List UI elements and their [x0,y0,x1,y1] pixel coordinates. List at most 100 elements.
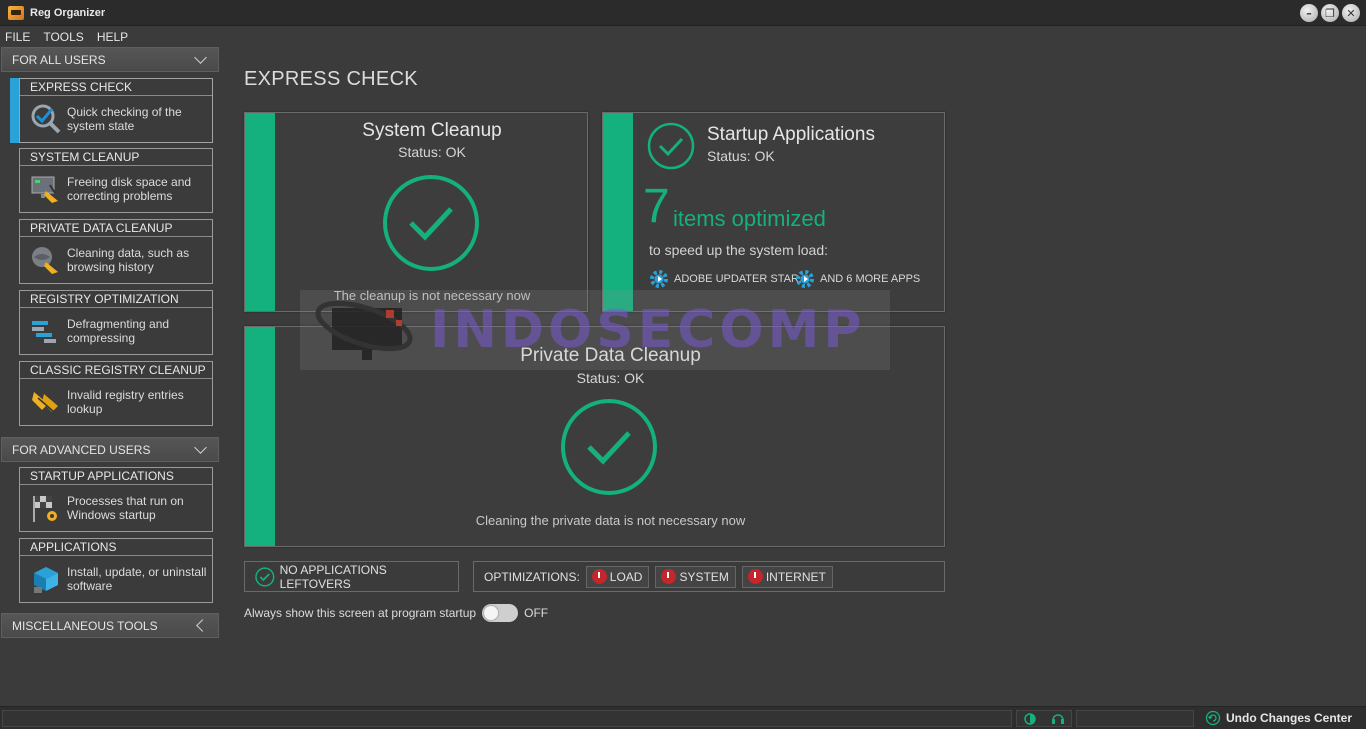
sidebar-item-title: EXPRESS CHECK [20,79,212,96]
power-icon [661,569,677,584]
sidebar-item-title: CLASSIC REGISTRY CLEANUP [20,362,212,379]
status-stripe [245,113,275,311]
undo-changes-center-button[interactable]: Undo Changes Center [1205,710,1352,726]
startup-app-link[interactable]: ADOBE UPDATER STAR... [649,269,808,289]
startup-applications-panel[interactable]: Startup Applications Status: OK 7 items … [602,112,945,312]
leftovers-status[interactable]: NO APPLICATIONS LEFTOVERS [244,561,459,592]
optimized-sub-label: to speed up the system load: [649,242,828,258]
check-circle-icon [561,399,657,495]
chevron-down-icon [194,53,208,67]
sidebar-item-registry-optimization[interactable]: REGISTRY OPTIMIZATION Defragmenting and … [19,290,213,355]
monitor-broom-icon [31,176,58,203]
watermark-logo-icon [315,300,413,360]
sidebar-item-desc: Freeing disk space and correcting proble… [67,175,192,203]
sidebar-item-desc: Invalid registry entries lookup [67,388,184,416]
sidebar-item-title: REGISTRY OPTIMIZATION [20,291,212,308]
optimizations-bar: OPTIMIZATIONS: LOAD SYSTEM INTERNET [473,561,945,592]
globe-broom-icon [32,247,58,274]
sidebar-item-desc: Install, update, or uninstall software [67,565,207,593]
optimizations-label: OPTIMIZATIONS: [484,569,580,584]
active-indicator [10,78,19,143]
sidebar-item-desc: Quick checking of the system state [67,105,182,133]
contrast-icon[interactable] [1022,711,1038,727]
optimization-internet-button[interactable]: INTERNET [741,565,833,588]
section-label: FOR ADVANCED USERS [12,442,151,457]
section-miscellaneous-tools[interactable]: MISCELLANEOUS TOOLS [1,613,219,638]
section-for-advanced-users[interactable]: FOR ADVANCED USERS [1,437,219,462]
window-title: Reg Organizer [30,6,106,19]
broom-icon [32,392,58,413]
minimize-button[interactable]: – [1300,4,1318,22]
section-label: MISCELLANEOUS TOOLS [12,618,158,633]
menu-file[interactable]: FILE [5,30,30,44]
sidebar-item-title: APPLICATIONS [20,539,212,556]
sidebar-item-title: SYSTEM CLEANUP [20,149,212,166]
watermark-text: INDOSECOMP [430,300,866,360]
chevron-left-icon [194,619,208,633]
sidebar-item-desc: Cleaning data, such as browsing history [67,246,190,274]
status-stripe [245,327,275,546]
gear-icon [650,270,668,288]
sidebar-item-private-data-cleanup[interactable]: PRIVATE DATA CLEANUP Cleaning data, such… [19,219,213,284]
sidebar-item-title: STARTUP APPLICATIONS [20,468,212,485]
startup-screen-toggle[interactable] [482,604,519,622]
watermark: INDOSECOMP [300,290,890,370]
system-cleanup-title: System Cleanup [362,120,502,141]
registry-blocks-icon [32,321,56,343]
more-apps-link[interactable]: AND 6 MORE APPS [795,269,920,289]
system-cleanup-panel[interactable]: System Cleanup Status: OK The cleanup is… [244,112,588,312]
title-bar: Reg Organizer – ❐ ✕ [0,0,1366,26]
gear-icon [796,270,814,288]
page-title: EXPRESS CHECK [244,68,418,90]
menu-help[interactable]: HELP [97,30,128,44]
package-icon [34,567,58,593]
support-headset-icon[interactable] [1050,711,1066,727]
chip-label: INTERNET [765,569,826,584]
magnifier-check-icon [31,104,61,134]
startup-applications-status: Status: OK [707,148,775,164]
status-bar: Undo Changes Center [0,706,1366,729]
undo-icon [1205,710,1221,726]
optimization-load-button[interactable]: LOAD [585,565,650,588]
menu-bar: FILE TOOLS HELP [0,27,136,46]
section-label: FOR ALL USERS [12,52,106,67]
app-logo-icon [8,5,24,20]
startup-applications-title: Startup Applications [707,124,875,145]
sidebar-item-desc: Defragmenting and compressing [67,317,170,345]
more-apps-label: AND 6 MORE APPS [820,273,921,285]
sidebar-item-express-check[interactable]: EXPRESS CHECK Quick checking of the syst… [19,78,213,143]
chevron-down-icon [194,443,208,457]
close-button[interactable]: ✕ [1342,4,1360,22]
sidebar-item-desc: Processes that run on Windows startup [67,494,184,522]
chip-label: SYSTEM [679,569,729,584]
power-icon [747,569,763,584]
toggle-state: OFF [524,606,549,620]
menu-tools[interactable]: TOOLS [43,30,83,44]
system-cleanup-status: Status: OK [398,144,466,160]
sidebar-item-system-cleanup[interactable]: SYSTEM CLEANUP Freeing disk space and co… [19,148,213,213]
sidebar-item-title: PRIVATE DATA CLEANUP [20,220,212,237]
status-stripe [603,113,633,311]
check-circle-icon [255,566,275,587]
startup-app-label: ADOBE UPDATER STAR... [674,273,809,285]
status-segment [2,710,1012,727]
status-segment [1076,710,1194,727]
startup-screen-setting: Always show this screen at program start… [244,604,548,622]
section-for-all-users[interactable]: FOR ALL USERS [1,47,219,72]
chip-label: LOAD [609,569,643,584]
check-circle-icon [647,122,695,170]
optimized-count: 7 [643,180,670,233]
private-data-message: Cleaning the private data is not necessa… [475,513,746,528]
window-controls: – ❐ ✕ [1300,4,1360,22]
sidebar-item-startup-applications[interactable]: STARTUP APPLICATIONS Processes that run … [19,467,213,532]
leftovers-label: NO APPLICATIONS LEFTOVERS [279,562,387,591]
sidebar-item-classic-registry-cleanup[interactable]: CLASSIC REGISTRY CLEANUP Invalid registr… [19,361,213,426]
private-data-status: Status: OK [576,370,645,386]
check-circle-icon [383,175,479,271]
power-icon [591,569,607,584]
flag-gear-icon [33,496,57,522]
restore-button[interactable]: ❐ [1321,4,1339,22]
sidebar-item-applications[interactable]: APPLICATIONS Install, update, or uninsta… [19,538,213,603]
optimization-system-button[interactable]: SYSTEM [655,565,736,588]
startup-screen-label: Always show this screen at program start… [244,606,477,620]
